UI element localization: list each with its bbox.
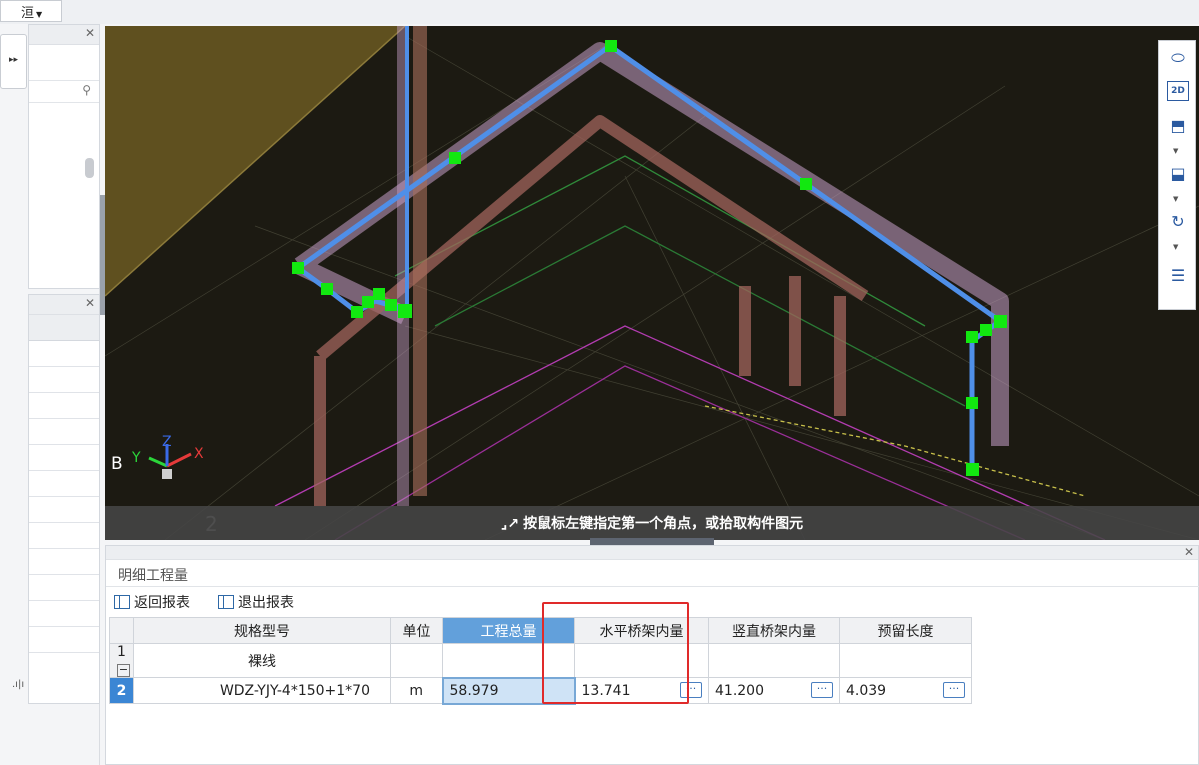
status-tip-text: 按鼠标左键指定第一个角点，或拾取构件图元 xyxy=(523,516,804,532)
row-number-header xyxy=(109,617,134,644)
close-icon[interactable]: ✕ xyxy=(85,26,95,40)
list-item[interactable] xyxy=(29,549,99,575)
rotate-icon[interactable]: ↻ xyxy=(1165,211,1191,237)
column-header-unit[interactable]: 单位 xyxy=(390,617,443,644)
left-panel-bottom-toolbar xyxy=(29,315,99,341)
ellipsis-button[interactable]: ··· xyxy=(811,682,833,698)
left-search-input[interactable]: ⚲ xyxy=(29,81,99,103)
chevron-down-icon[interactable]: ▼ xyxy=(1173,195,1178,203)
divider xyxy=(106,586,1199,587)
top-strip xyxy=(0,0,1199,24)
2d-view-icon[interactable]: 2D xyxy=(1167,81,1189,101)
report-table-icon xyxy=(114,595,130,609)
list-item[interactable] xyxy=(29,601,99,627)
2d-view-label: 2D xyxy=(1171,86,1185,96)
3d-box-icon[interactable]: ⬒ xyxy=(1165,115,1191,141)
resize-grip-icon[interactable]: .ı|ı xyxy=(12,679,24,690)
left-panel-top-header: ✕ xyxy=(29,25,99,45)
list-item[interactable] xyxy=(29,341,99,367)
panel-toggle-button[interactable]: ▸▸ xyxy=(0,34,27,89)
table-row[interactable]: 1− 裸线 xyxy=(109,643,972,678)
scrollbar-thumb[interactable] xyxy=(85,158,94,178)
cell-reserve-value: 4.039 xyxy=(846,682,887,699)
cell-spec[interactable]: WDZ-YJY-4*150+1*70 xyxy=(133,677,391,704)
cell-unit[interactable] xyxy=(390,643,443,678)
cell-spec[interactable]: 裸线 xyxy=(133,643,391,678)
highlight-box xyxy=(542,602,689,704)
table-row[interactable]: 2 WDZ-YJY-4*150+1*70 m 58.979 13.741 ··· … xyxy=(109,676,972,705)
list-item[interactable] xyxy=(29,575,99,601)
cell-reserve[interactable]: 4.039 ··· xyxy=(839,677,972,704)
ellipsis-button[interactable]: ··· xyxy=(943,682,965,698)
exit-report-label: 退出报表 xyxy=(238,595,294,611)
cell-reserve[interactable] xyxy=(839,643,972,678)
cell-vertical-value: 41.200 xyxy=(715,682,764,699)
left-panel-bottom: ✕ xyxy=(28,294,100,704)
axis-z-label: Z xyxy=(162,434,172,450)
axis-y-label: Y xyxy=(131,450,141,466)
list-item[interactable] xyxy=(29,523,99,549)
row-number[interactable]: 2 xyxy=(109,677,134,704)
list-item[interactable] xyxy=(29,471,99,497)
detail-table: 规格型号 单位 工程总量 水平桥架内量 竖直桥架内量 预留长度 1− 裸线 2 … xyxy=(109,617,972,705)
list-item[interactable] xyxy=(29,367,99,393)
close-icon[interactable]: ✕ xyxy=(85,296,95,310)
layer-display-icon[interactable]: ☰ xyxy=(1165,265,1191,291)
left-panel-top-row xyxy=(29,45,99,81)
table-header-row: 规格型号 单位 工程总量 水平桥架内量 竖直桥架内量 预留长度 xyxy=(109,617,972,644)
cell-vertical[interactable]: 41.200 ··· xyxy=(708,677,840,704)
return-report-button[interactable]: 返回报表 xyxy=(114,592,190,612)
list-item[interactable] xyxy=(29,627,99,653)
axis-b-label: B xyxy=(111,454,123,474)
report-table-icon xyxy=(218,595,234,609)
left-panel-top: ✕ ⚲ xyxy=(28,24,100,289)
3d-solid-icon[interactable]: ⬓ xyxy=(1165,163,1191,189)
list-item[interactable] xyxy=(29,393,99,419)
view-toolbar: ⬭ 2D ⬒ ▼ ⬓ ▼ ↻ ▼ ☰ xyxy=(1158,40,1196,310)
double-chevron-right-icon: ▸▸ xyxy=(8,55,19,65)
column-header-vertical[interactable]: 竖直桥架内量 xyxy=(708,617,840,644)
panel-title: 明细工程量 xyxy=(118,568,188,584)
cell-vertical[interactable] xyxy=(708,643,840,678)
riser-cable xyxy=(405,26,409,316)
status-tip-bar: ⌟↗ 按鼠标左键指定第一个角点，或拾取构件图元 xyxy=(105,506,1199,540)
3d-viewport[interactable]: X Y Z B 2 ⬭ 2D ⬒ ▼ ⬓ ▼ ↻ ▼ ☰ ⌟↗按鼠标左键指定第一… xyxy=(105,26,1199,540)
row-number: 1− xyxy=(109,643,134,678)
column-header-reserve[interactable]: 预留长度 xyxy=(839,617,972,644)
top-dropdown-label: 洹 xyxy=(21,6,35,21)
orbit-icon[interactable]: ⬭ xyxy=(1165,47,1191,73)
chevron-down-icon[interactable]: ▼ xyxy=(1173,147,1178,155)
collapse-icon[interactable]: − xyxy=(117,664,130,677)
chevron-down-icon: ▼ xyxy=(36,10,43,19)
axis-indicator: X Y Z xyxy=(131,434,204,479)
chevron-down-icon[interactable]: ▼ xyxy=(1173,243,1178,251)
scene-drawing: X Y Z xyxy=(105,26,1199,540)
left-panel-bottom-header: ✕ xyxy=(29,295,99,315)
splitter-handle-horizontal[interactable] xyxy=(590,538,714,545)
return-report-label: 返回报表 xyxy=(134,595,190,611)
top-dropdown[interactable]: 洹 ▼ xyxy=(0,0,62,22)
left-pane: ▸▸ ✕ ⚲ ✕ .ı|ı xyxy=(0,24,100,765)
riser xyxy=(413,26,427,496)
search-icon[interactable]: ⚲ xyxy=(82,83,91,97)
list-item[interactable] xyxy=(29,419,99,445)
list-item[interactable] xyxy=(29,445,99,471)
list-item[interactable] xyxy=(29,497,99,523)
exit-report-button[interactable]: 退出报表 xyxy=(218,592,294,612)
corner-select-icon: ⌟↗ xyxy=(500,516,520,532)
panel-top-bar: ✕ xyxy=(106,545,1198,560)
close-icon[interactable]: ✕ xyxy=(1184,545,1194,559)
cell-unit[interactable]: m xyxy=(390,677,443,704)
axis-x-label: X xyxy=(194,446,204,462)
column-header-spec[interactable]: 规格型号 xyxy=(133,617,391,644)
